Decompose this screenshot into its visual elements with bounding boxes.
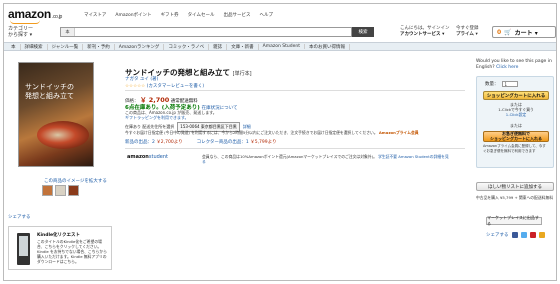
prime-note: Amazonプライム会員に登録して、今すぐお急ぎ便を無料で利用できます: [483, 144, 546, 153]
rating: ☆☆☆☆☆ (カスタマーレビューを書く): [125, 83, 204, 89]
nav-giftcard[interactable]: ギフト券: [161, 12, 179, 18]
share-row: シェアする: [486, 232, 545, 238]
page-frame: amazon.co.jp マイストア Amazonポイント ギフト券 タイムセー…: [3, 3, 557, 281]
search-row: カテゴリー から探す ▾ 本 検索 こんにちは。サインイン アカウントサービス …: [8, 26, 556, 40]
search-button[interactable]: 検索: [352, 27, 374, 37]
amazon-logo[interactable]: amazon.co.jp: [8, 7, 62, 21]
collector-offers-price: ￥5,799より: [250, 140, 277, 145]
quantity-label: 数量：: [485, 82, 499, 87]
new-offers-link[interactable]: 新品の出品：2 ￥2,700より: [125, 139, 183, 145]
english-click-here-link[interactable]: Click here: [496, 65, 518, 70]
nav-points[interactable]: Amazonポイント: [115, 12, 151, 18]
quantity-select[interactable]: 1: [501, 81, 518, 87]
nav-sell[interactable]: 出品サービス: [223, 12, 250, 18]
nav-help[interactable]: ヘルプ: [259, 12, 273, 18]
write-review-link[interactable]: (カスタマーレビューを書く): [147, 84, 205, 89]
catbar-bunko[interactable]: 文庫・新書: [227, 43, 259, 50]
product-format: [単行本]: [232, 71, 252, 77]
account-service: アカウントサービス ▾: [400, 31, 445, 37]
delivery-info: 今すぐお届け日指定便 (今日中の発送) を利用するには、今から2時間5分以内にご…: [125, 130, 465, 135]
author-link[interactable]: ナガタ ユイ (著): [125, 76, 158, 82]
thumbnail-1[interactable]: [42, 185, 53, 196]
logo-suffix: .co.jp: [51, 14, 63, 20]
kindle-request-text[interactable]: このタイトルのKindle化をご希望の場合、こちらをクリックしてください。Kin…: [37, 239, 109, 264]
kindle-device-icon: [17, 233, 30, 265]
kindle-request-box: Kindle化リクエスト このタイトルのKindle化をご希望の場合、こちらをク…: [8, 226, 112, 270]
student-promo-text: 会員なら、この商品は10%Amazonポイント還元(Amazonマーケットプレイ…: [202, 154, 377, 159]
buy-box: 数量： 1 ショッピングカートに入れる または 1-Clickで今すぐ買う 1-…: [476, 76, 554, 168]
zoom-image-link[interactable]: この商品のイメージを拡大する: [44, 178, 107, 184]
mail-icon[interactable]: [538, 232, 545, 238]
catbar-new-releases[interactable]: 新刊・予約: [83, 43, 115, 50]
new-offers-label: 新品の出品：2: [125, 140, 155, 145]
facebook-icon[interactable]: [511, 232, 518, 238]
category-bar: 本 詳細検索 ジャンル一覧 新刊・予約 Amazonランキング コミック・ラノベ…: [4, 42, 556, 51]
one-click-section: 1-Clickで今すぐ買う 1-Click設定: [483, 107, 549, 118]
share-label: シェアする: [486, 233, 509, 238]
nav-timesale[interactable]: タイムセール: [188, 12, 215, 18]
cart-label: カート ▾: [514, 29, 538, 37]
thumbnail-3[interactable]: [68, 185, 79, 196]
divider: [125, 90, 465, 91]
sell-on-marketplace-button[interactable]: マーケットプレイスに出品する: [486, 215, 542, 226]
catbar-ranking[interactable]: Amazonランキング: [115, 43, 165, 50]
share-link[interactable]: シェアする: [8, 214, 31, 220]
student-logo-amazon: amazon: [127, 154, 149, 160]
add-to-wishlist-button[interactable]: ほしい物リストに追加する: [476, 182, 554, 191]
prime-add-to-cart-button[interactable]: お急ぎ便無料で ショッピングカートに入れる: [483, 131, 549, 142]
prime-member-link[interactable]: Amazonプライム会員: [379, 130, 419, 135]
new-offers-price: ￥2,700より: [156, 140, 183, 145]
search-category-select[interactable]: 本: [61, 28, 75, 36]
top-nav: マイストア Amazonポイント ギフト券 タイムセール 出品サービス ヘルプ: [84, 12, 273, 18]
pinterest-icon[interactable]: [529, 232, 536, 238]
quantity-row: 数量： 1: [485, 81, 518, 87]
student-logo-student: student: [148, 154, 168, 160]
star-rating-icon: ☆☆☆☆☆: [125, 84, 146, 89]
account-menu[interactable]: こんにちは。サインイン アカウントサービス ▾: [400, 26, 450, 37]
cart-icon: 🛒: [504, 28, 512, 36]
add-to-cart-button[interactable]: ショッピングカートに入れる: [483, 91, 549, 100]
delivery-info-text: 今すぐお届け日指定便 (今日中の発送) を利用するには、今から2時間5分以内にご…: [125, 130, 378, 135]
gift-wrap-link[interactable]: ギフトラッピングを利用できます。: [125, 115, 189, 121]
smile-icon: [10, 20, 40, 24]
catbar-magazines[interactable]: 雑誌: [209, 43, 228, 50]
used-offer-info: 中古品を購入 ¥5,799 + 関東への配送料無料: [476, 195, 554, 200]
catbar-genres[interactable]: ジャンル一覧: [48, 43, 84, 50]
thumbnail-2[interactable]: [55, 185, 66, 196]
one-click-settings-link[interactable]: 1-Click設定: [483, 112, 549, 118]
nav-mystore[interactable]: マイストア: [84, 12, 106, 18]
kindle-request-title: Kindle化リクエスト: [37, 233, 81, 238]
student-promo: 会員なら、この商品は10%Amazonポイント還元(Amazonマーケットプレイ…: [202, 154, 452, 164]
sandwich-illustration: [37, 121, 89, 149]
amazon-student-logo[interactable]: amazonstudent: [127, 154, 189, 164]
image-thumbnails: [42, 185, 79, 196]
prime-menu[interactable]: 今すぐ登録 プライム ▾: [456, 26, 479, 37]
catbar-advanced-search[interactable]: 詳細検索: [21, 43, 48, 50]
cover-title: サンドイッチの 発想と組み立て: [25, 83, 74, 100]
twitter-icon[interactable]: [520, 232, 527, 238]
english-prompt: Would you like to see this page in Engli…: [476, 59, 556, 70]
divider: [125, 148, 465, 149]
cart-button[interactable]: 0 🛒 カート ▾: [492, 26, 556, 38]
catbar-books[interactable]: 本: [7, 43, 21, 50]
book-cover-image[interactable]: サンドイッチの 発想と組み立て: [18, 62, 94, 167]
catbar-comics[interactable]: コミック・ラノベ: [164, 43, 210, 50]
category-menu[interactable]: カテゴリー から探す ▾: [8, 26, 33, 38]
search-input[interactable]: [75, 28, 351, 36]
cart-count: 0: [497, 28, 502, 36]
collector-offers-label: コレクター商品の出品：1: [196, 140, 249, 145]
logo-text: amazon: [8, 7, 51, 21]
header: amazon.co.jp マイストア Amazonポイント ギフト券 タイムセー…: [4, 4, 556, 51]
prime-label: プライム ▾: [456, 31, 478, 37]
search-box: 本: [60, 27, 352, 37]
catbar-deals[interactable]: 本のお買い得情報: [305, 43, 351, 50]
collector-offers-link[interactable]: コレクター商品の出品：1 ￥5,799より: [197, 139, 277, 145]
or-label-2: または: [510, 123, 522, 128]
offers-row: 新品の出品：2 ￥2,700より コレクター商品の出品：1 ￥5,799より: [125, 139, 277, 145]
catbar-student[interactable]: Amazon Student: [259, 44, 306, 49]
